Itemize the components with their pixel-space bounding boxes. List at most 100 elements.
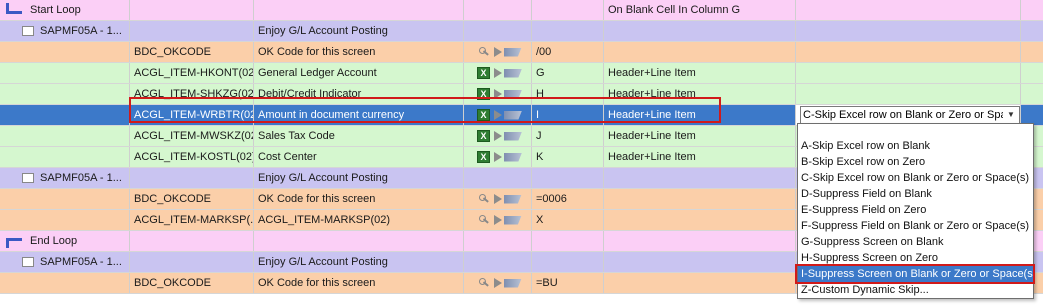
mapping-icons-cell[interactable] [464, 0, 532, 20]
field-name-cell[interactable]: ACGL_ITEM-SHKZG(02) [130, 84, 254, 104]
value-cell[interactable]: J [532, 126, 604, 146]
value-cell[interactable]: =0006 [532, 189, 604, 209]
field-name-cell[interactable]: BDC_OKCODE [130, 273, 254, 293]
description-cell[interactable]: Enjoy G/L Account Posting [254, 252, 464, 272]
mapping-icons-cell[interactable]: X [464, 147, 532, 167]
field-name-cell[interactable]: BDC_OKCODE [130, 189, 254, 209]
value-cell[interactable]: /00 [532, 42, 604, 62]
mapping-icons-cell[interactable] [464, 168, 532, 188]
scope-cell[interactable] [604, 189, 796, 209]
value-cell[interactable] [532, 252, 604, 272]
skip-rule-cell[interactable] [796, 84, 1021, 104]
tree-cell[interactable] [0, 273, 130, 293]
field-name-cell[interactable]: ACGL_ITEM-WRBTR(02) [130, 105, 254, 125]
field-row[interactable]: ACGL_ITEM-SHKZG(02) Debit/Credit Indicato… [0, 84, 1043, 105]
dropdown-option[interactable]: G-Suppress Screen on Blank [798, 234, 1033, 250]
description-cell[interactable]: ACGL_ITEM-MARKSP(02) [254, 210, 464, 230]
mapping-icons-cell[interactable]: X [464, 63, 532, 83]
scope-cell[interactable] [604, 252, 796, 272]
value-cell[interactable]: H [532, 84, 604, 104]
scope-cell[interactable]: Header+Line Item [604, 84, 796, 104]
screen-row[interactable]: SAPMF05A - 1... Enjoy G/L Account Posting [0, 21, 1043, 42]
field-name-cell[interactable] [130, 21, 254, 41]
scope-cell[interactable] [604, 231, 796, 251]
tree-cell[interactable]: SAPMF05A - 1... [0, 168, 130, 188]
mapping-icons-cell[interactable] [464, 189, 532, 209]
description-cell[interactable]: Cost Center [254, 147, 464, 167]
field-row[interactable]: BDC_OKCODE OK Code for this screen/00 [0, 42, 1043, 63]
description-cell[interactable]: OK Code for this screen [254, 273, 464, 293]
value-cell[interactable]: K [532, 147, 604, 167]
description-cell[interactable]: OK Code for this screen [254, 189, 464, 209]
tree-cell[interactable] [0, 42, 130, 62]
description-cell[interactable]: Debit/Credit Indicator [254, 84, 464, 104]
value-cell[interactable] [532, 0, 604, 20]
mapping-icons-cell[interactable] [464, 42, 532, 62]
scope-cell[interactable] [604, 21, 796, 41]
scope-cell[interactable]: On Blank Cell In Column G [604, 0, 796, 20]
scope-cell[interactable]: Header+Line Item [604, 63, 796, 83]
description-cell[interactable]: OK Code for this screen [254, 42, 464, 62]
field-name-cell[interactable]: ACGL_ITEM-HKONT(02) [130, 63, 254, 83]
tree-cell[interactable]: Start Loop [0, 0, 130, 20]
value-cell[interactable] [532, 21, 604, 41]
field-name-cell[interactable] [130, 0, 254, 20]
tree-cell[interactable]: SAPMF05A - 1... [0, 21, 130, 41]
scope-cell[interactable]: Header+Line Item [604, 147, 796, 167]
skip-rule-cell[interactable] [796, 0, 1021, 20]
tree-cell[interactable] [0, 189, 130, 209]
excel-icon[interactable]: X [477, 109, 490, 121]
field-name-cell[interactable]: ACGL_ITEM-MARKSP(... [130, 210, 254, 230]
tree-cell[interactable] [0, 126, 130, 146]
description-cell[interactable] [254, 0, 464, 20]
field-name-cell[interactable]: BDC_OKCODE [130, 42, 254, 62]
key-icon[interactable] [478, 46, 490, 58]
skip-rule-cell[interactable] [796, 63, 1021, 83]
key-icon[interactable] [478, 214, 490, 226]
key-icon[interactable] [478, 277, 490, 289]
skip-rule-cell[interactable]: C-Skip Excel row on Blank or Zero or Spa… [796, 105, 1021, 125]
mapping-icons-cell[interactable]: X [464, 126, 532, 146]
value-cell[interactable] [532, 168, 604, 188]
mapping-icons-cell[interactable] [464, 21, 532, 41]
loop-row[interactable]: Start Loop On Blank Cell In Column G [0, 0, 1043, 21]
mapping-icons-cell[interactable] [464, 273, 532, 293]
dropdown-option[interactable]: C-Skip Excel row on Blank or Zero or Spa… [798, 170, 1033, 186]
tree-cell[interactable] [0, 147, 130, 167]
dropdown-option[interactable]: A-Skip Excel row on Blank [798, 138, 1033, 154]
dropdown-option[interactable]: D-Suppress Field on Blank [798, 186, 1033, 202]
description-cell[interactable]: General Ledger Account [254, 63, 464, 83]
skip-rule-cell[interactable] [796, 21, 1021, 41]
mapping-icons-cell[interactable] [464, 252, 532, 272]
tree-cell[interactable] [0, 63, 130, 83]
field-row[interactable]: ACGL_ITEM-HKONT(02) General Ledger Accoun… [0, 63, 1043, 84]
field-name-cell[interactable] [130, 252, 254, 272]
scope-cell[interactable]: Header+Line Item [604, 126, 796, 146]
mapping-icons-cell[interactable]: X [464, 84, 532, 104]
chevron-down-icon[interactable]: ▼ [1003, 107, 1019, 123]
value-cell[interactable]: G [532, 63, 604, 83]
description-cell[interactable]: Amount in document currency [254, 105, 464, 125]
excel-icon[interactable]: X [477, 151, 490, 163]
tree-cell[interactable] [0, 210, 130, 230]
description-cell[interactable]: Enjoy G/L Account Posting [254, 168, 464, 188]
field-name-cell[interactable]: ACGL_ITEM-KOSTL(02) [130, 147, 254, 167]
skip-rule-combobox[interactable]: C-Skip Excel row on Blank or Zero or Spa… [800, 106, 1020, 124]
field-name-cell[interactable] [130, 168, 254, 188]
dropdown-option[interactable]: F-Suppress Field on Blank or Zero or Spa… [798, 218, 1033, 234]
value-cell[interactable] [532, 231, 604, 251]
value-cell[interactable]: X [532, 210, 604, 230]
dropdown-option[interactable]: B-Skip Excel row on Zero [798, 154, 1033, 170]
description-cell[interactable]: Sales Tax Code [254, 126, 464, 146]
description-cell[interactable] [254, 231, 464, 251]
field-name-cell[interactable] [130, 231, 254, 251]
value-cell[interactable]: I [532, 105, 604, 125]
scope-cell[interactable] [604, 42, 796, 62]
key-icon[interactable] [478, 193, 490, 205]
tree-cell[interactable] [0, 105, 130, 125]
scope-cell[interactable]: Header+Line Item [604, 105, 796, 125]
scope-cell[interactable] [604, 168, 796, 188]
description-cell[interactable]: Enjoy G/L Account Posting [254, 21, 464, 41]
mapping-icons-cell[interactable] [464, 210, 532, 230]
dropdown-option[interactable]: E-Suppress Field on Zero [798, 202, 1033, 218]
